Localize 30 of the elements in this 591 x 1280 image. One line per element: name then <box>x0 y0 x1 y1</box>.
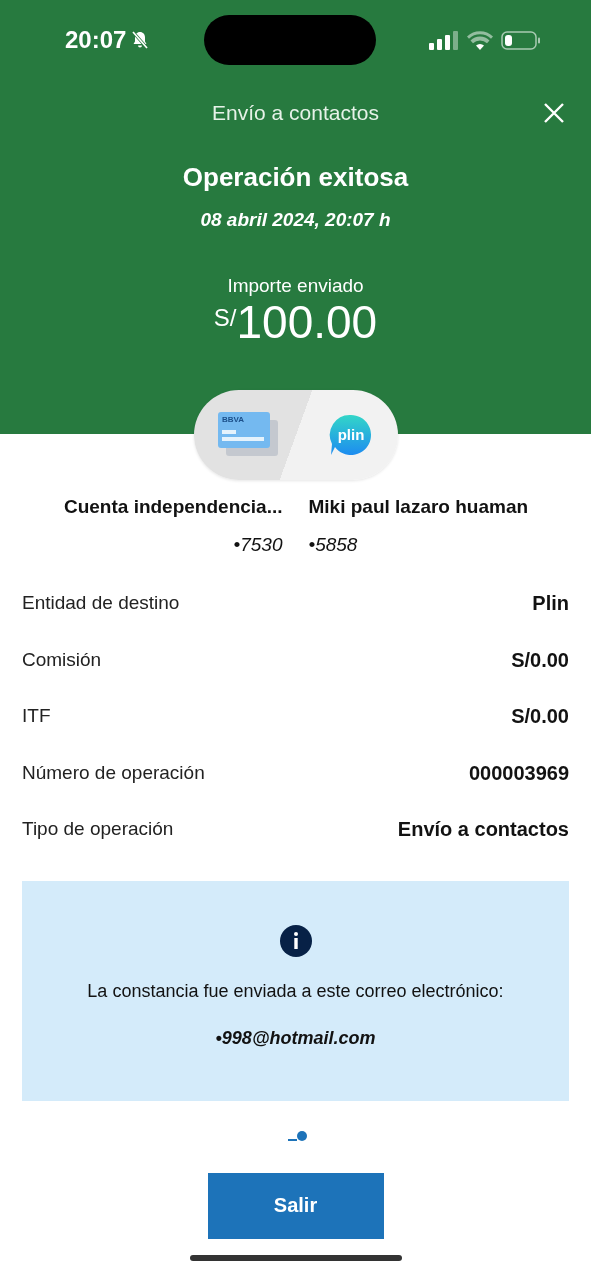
info-icon <box>279 924 312 957</box>
detail-label: Número de operación <box>22 761 205 784</box>
account-number: •7530 <box>233 534 283 556</box>
detail-value: Envío a contactos <box>397 818 569 841</box>
detail-value: S/0.00 <box>511 705 569 728</box>
status-time: 20:07 <box>65 26 127 54</box>
chat-bubble-logo: plin <box>329 413 373 457</box>
wifi-icon <box>467 30 493 50</box>
battery-icon <box>501 30 541 50</box>
operation-date: 08 abril 2024, 20:07 h <box>200 209 391 231</box>
header-title: Envío a contactos <box>212 101 379 125</box>
result-title: Operación exitosa <box>182 162 409 193</box>
detail-label: Comisión <box>22 648 102 671</box>
signal-icon <box>429 30 459 50</box>
notice-text: La constancia fue enviada a este correo electrónico: <box>87 980 504 1002</box>
close-icon[interactable] <box>543 102 565 124</box>
bell-muted-icon <box>130 30 151 50</box>
amount-label: Importe enviado <box>227 275 364 297</box>
account-name: Miki paul lazaro huaman <box>308 496 529 518</box>
exit-button[interactable]: Salir <box>207 1172 384 1239</box>
detail-value: 000003969 <box>468 761 569 785</box>
detail-value: S/0.00 <box>511 648 569 672</box>
detail-label: ITF <box>22 705 51 727</box>
account-number: •5858 <box>308 534 358 556</box>
detail-value: Plin <box>532 592 569 615</box>
amount-value: $^{S/}$100.00 <box>213 297 378 347</box>
detail-label: Entidad de destino <box>22 592 180 614</box>
notice-email: •998@hotmail.com <box>215 1027 376 1049</box>
detail-label: Tipo de operación <box>22 818 174 840</box>
account-name: Cuenta independencia... <box>63 496 283 518</box>
